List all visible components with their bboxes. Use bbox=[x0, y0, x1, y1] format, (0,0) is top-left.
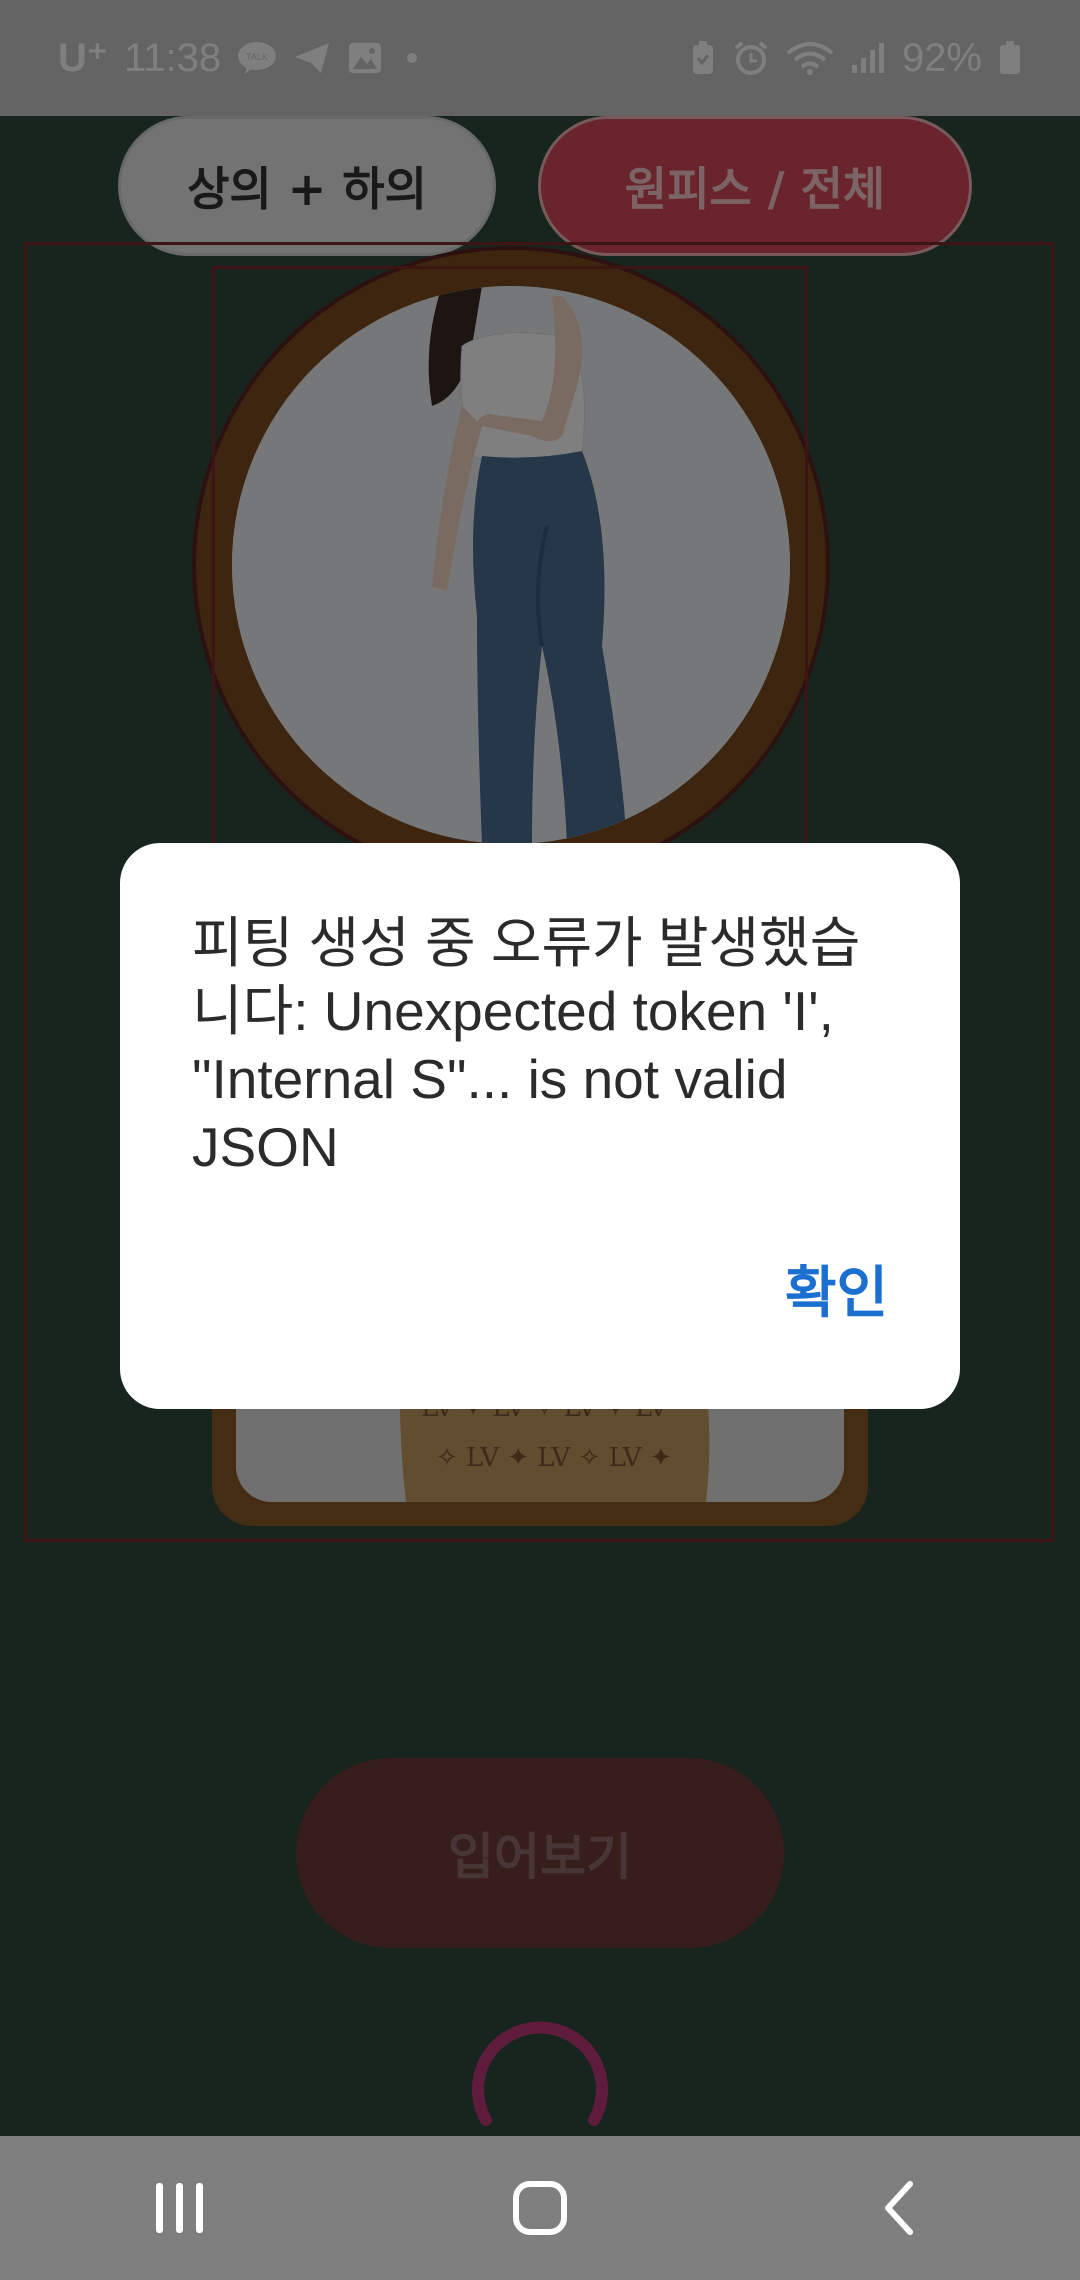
error-message: 피팅 생성 중 오류가 발생했습니다: Unexpected token 'I'… bbox=[192, 912, 861, 1178]
back-icon[interactable] bbox=[840, 2158, 960, 2258]
navigation-bar bbox=[0, 2136, 1080, 2280]
confirm-button[interactable]: 확인 bbox=[785, 1248, 888, 1329]
home-icon[interactable] bbox=[480, 2158, 600, 2258]
recent-apps-icon[interactable] bbox=[120, 2158, 240, 2258]
error-dialog: 피팅 생성 중 오류가 발생했습니다: Unexpected token 'I'… bbox=[120, 843, 960, 1409]
